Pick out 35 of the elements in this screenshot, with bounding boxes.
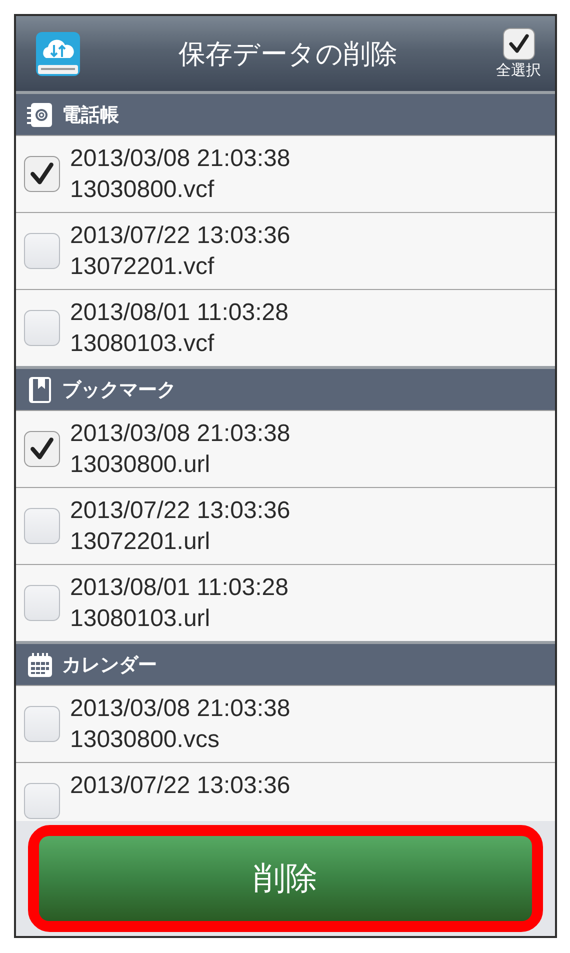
- backup-date: 2013/07/22 13:03:36: [70, 496, 290, 526]
- row-checkbox[interactable]: [24, 431, 60, 467]
- app-logo-icon[interactable]: [36, 32, 80, 76]
- calendar-icon: [26, 650, 54, 678]
- row-checkbox[interactable]: [24, 156, 60, 192]
- backup-date: 2013/08/01 11:03:28: [70, 298, 288, 328]
- file-name: 13030800.vcf: [70, 175, 216, 205]
- delete-button[interactable]: 削除: [39, 836, 532, 921]
- file-name: 13030800.vcs: [70, 725, 220, 755]
- row-checkbox[interactable]: [24, 310, 60, 346]
- section-title: カレンダー: [62, 652, 157, 678]
- row-checkbox[interactable]: [24, 585, 60, 621]
- file-name: 13080103.url: [70, 604, 212, 634]
- backup-date: 2013/03/08 21:03:38: [70, 694, 290, 724]
- backup-date: 2013/03/08 21:03:38: [70, 419, 290, 449]
- file-name: 13080103.vcf: [70, 329, 216, 359]
- file-name: 13072201.url: [70, 527, 212, 557]
- bookmark-book-icon: [26, 376, 54, 404]
- select-all-label: 全選択: [496, 60, 541, 80]
- address-book-icon: [26, 100, 54, 128]
- backup-date: 2013/03/08 21:03:38: [70, 144, 290, 174]
- backup-date: 2013/08/01 11:03:28: [70, 573, 288, 603]
- file-name: 13030800.url: [70, 450, 212, 480]
- file-name: 13072201.vcf: [70, 252, 216, 282]
- backup-date: 2013/07/22 13:03:36: [70, 771, 290, 801]
- select-all-checkbox[interactable]: [502, 28, 534, 60]
- section-title: ブックマーク: [62, 378, 176, 402]
- backup-date: 2013/07/22 13:03:36: [70, 221, 290, 251]
- screen-title: 保存データの削除: [178, 38, 398, 72]
- row-checkbox[interactable]: [24, 706, 60, 742]
- checkmark-icon: [506, 32, 530, 56]
- row-checkbox[interactable]: [24, 233, 60, 269]
- section-title: 電話帳: [62, 102, 119, 128]
- row-checkbox[interactable]: [24, 508, 60, 544]
- row-checkbox[interactable]: [24, 783, 60, 819]
